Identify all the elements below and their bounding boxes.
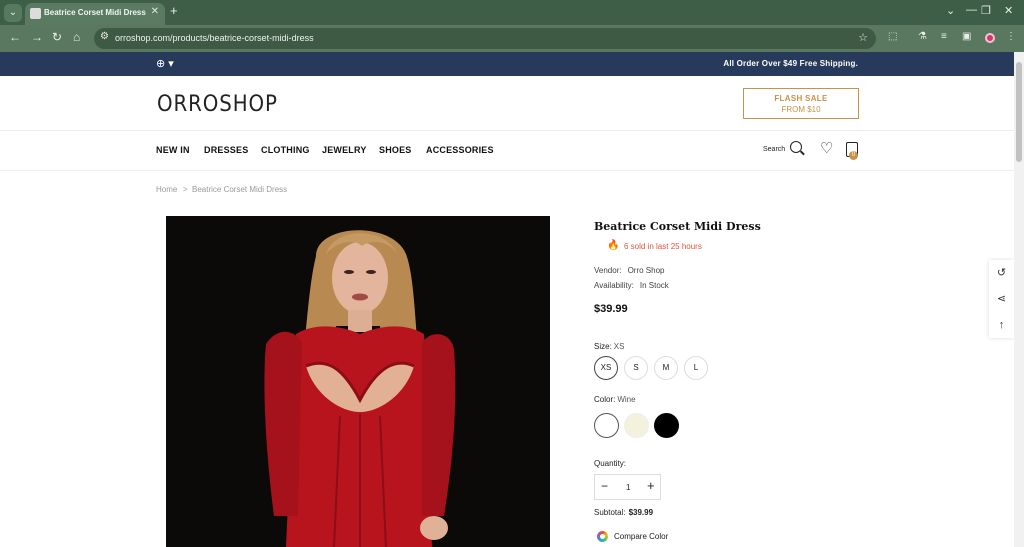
site-logo[interactable]: ORROSHOP [157,92,278,117]
product-title: Beatrice Corset Midi Dress [594,220,761,233]
flash-sale-title: FLASH SALE [774,94,828,103]
labs-icon[interactable]: ⚗ [918,31,927,42]
nav-item-shoes[interactable]: SHOES [379,145,412,155]
minimize-icon[interactable]: — [966,4,977,16]
announcement-bar: ⊕ ▾ All Order Over $49 Free Shipping. [0,52,1014,76]
address-bar[interactable]: ⚙ orroshop.com/products/beatrice-corset-… [94,28,876,49]
breadcrumb-separator: > [183,185,188,194]
size-option-m[interactable]: M [654,356,678,380]
browser-tab[interactable]: Beatrice Corset Midi Dress ✕ [25,3,165,25]
product-image[interactable] [166,216,550,547]
main-nav: NEW IN DRESSES CLOTHING JEWELRY SHOES AC… [0,131,1014,171]
size-option-l[interactable]: L [684,356,708,380]
nav-item-jewelry[interactable]: JEWELRY [322,145,367,155]
size-label: Size: [594,342,612,351]
flash-sale-subtitle: FROM $10 [781,105,821,114]
product-price: $39.99 [594,303,628,315]
color-swatch-cream[interactable] [624,413,649,438]
share-icon[interactable]: ⋖ [989,286,1014,312]
nav-item-accessories[interactable]: ACCESSORIES [426,145,494,155]
menu-kebab-icon[interactable]: ⋮ [1006,31,1016,42]
side-toolbar: ↺ ⋖ ↑ [989,260,1014,338]
sold-count-text: 6 sold in last 25 hours [624,242,702,251]
color-selected-value: Wine [617,395,636,404]
home-icon[interactable]: ⌂ [73,30,80,44]
browser-tab-bar: ⌄ Beatrice Corset Midi Dress ✕ + ⌄ — ❐ ✕ [0,0,1024,25]
cart-count-badge: 0 [849,151,858,160]
heart-icon[interactable]: ♡ [820,139,833,157]
site-header: ORROSHOP FLASH SALE FROM $10 [0,76,1014,131]
vendor-row: Vendor: Orro Shop [594,266,664,275]
forward-icon[interactable]: → [31,30,43,44]
availability-value: In Stock [639,281,669,290]
subtotal-row: Subtotal: $39.99 [594,508,653,517]
profile-avatar[interactable] [985,33,995,43]
nav-item-clothing[interactable]: CLOTHING [261,145,310,155]
browser-toolbar: ← → ↻ ⌂ ⚙ orroshop.com/products/beatrice… [0,25,1024,52]
search-label[interactable]: Search [763,146,785,153]
color-label: Color: [594,395,616,404]
chevron-down-icon[interactable]: ⌄ [946,4,955,17]
extension-icon[interactable]: ⬚ [888,31,897,42]
restore-icon[interactable]: ❐ [981,4,991,17]
media-icon[interactable]: ≡ [941,31,947,42]
availability-row: Availability: In Stock [594,281,669,290]
size-option-xs[interactable]: XS [594,356,618,380]
compare-color-link[interactable]: Compare Color [614,532,668,541]
favicon-icon [30,8,41,19]
nav-item-new-in[interactable]: NEW IN [156,145,190,155]
history-icon[interactable]: ↺ [989,260,1014,286]
quantity-increase-button[interactable]: + [647,478,655,493]
quantity-input[interactable]: 1 [626,483,630,492]
page-scrollbar[interactable] [1014,52,1024,547]
globe-icon[interactable]: ⊕ ▾ [156,57,174,70]
reload-icon[interactable]: ↻ [52,30,62,44]
size-option-s[interactable]: S [624,356,648,380]
size-selected-value: XS [613,342,625,351]
sidepanel-icon[interactable]: ▣ [962,31,971,42]
breadcrumb-home[interactable]: Home [156,185,177,194]
breadcrumb-current: Beatrice Corset Midi Dress [192,185,288,194]
compare-color-icon[interactable] [597,531,608,542]
color-swatch-black[interactable] [654,413,679,438]
quantity-label: Quantity: [594,459,627,468]
size-label-row: Size: XS [594,342,624,351]
close-tab-icon[interactable]: ✕ [151,6,159,17]
subtotal-value: $39.99 [628,508,654,517]
new-tab-icon[interactable]: + [170,4,178,18]
flash-sale-button[interactable]: FLASH SALE FROM $10 [743,88,859,119]
color-label-row: Color: Wine [594,395,636,404]
quantity-decrease-button[interactable]: − [601,479,608,493]
vendor-value[interactable]: Orro Shop [628,266,665,275]
search-icon[interactable] [790,141,802,153]
color-swatch-white[interactable] [594,413,619,438]
site-info-icon[interactable]: ⚙ [100,31,109,42]
announcement-text: All Order Over $49 Free Shipping. [723,59,858,68]
back-icon[interactable]: ← [9,30,21,44]
url-text[interactable]: orroshop.com/products/beatrice-corset-mi… [115,33,314,43]
scrollbar-thumb[interactable] [1016,62,1022,162]
vendor-label: Vendor: [594,266,622,275]
subtotal-label: Subtotal: [594,508,626,517]
window-close-icon[interactable]: ✕ [1004,4,1013,17]
bookmark-star-icon[interactable]: ☆ [858,31,868,44]
product-photo-illustration [166,216,550,547]
quantity-stepper: − 1 + [594,474,661,500]
nav-item-dresses[interactable]: DRESSES [204,145,248,155]
fire-icon: 🔥 [607,240,620,251]
tab-search-icon[interactable]: ⌄ [4,4,22,22]
back-to-top-icon[interactable]: ↑ [989,312,1014,338]
availability-label: Availability: [594,281,634,290]
tab-title: Beatrice Corset Midi Dress [44,8,146,17]
